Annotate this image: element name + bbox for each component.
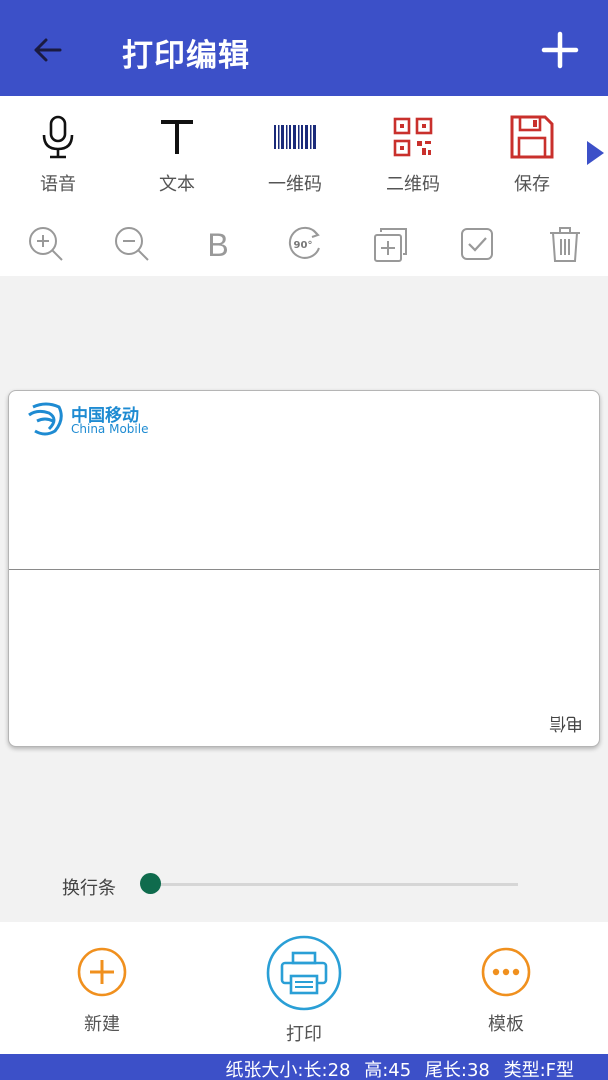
paper-size-text: 纸张大小:长:28 高:45 尾长:38 类型:F型 — [225, 1060, 574, 1080]
plus-icon[interactable] — [540, 30, 580, 70]
flipped-text[interactable]: 电信 — [549, 713, 583, 738]
zoom-in-icon[interactable] — [26, 224, 66, 264]
printer-icon — [266, 935, 342, 1011]
text-button[interactable]: 文本 — [127, 112, 227, 202]
print-button[interactable]: 打印 — [264, 934, 344, 1046]
add-circle-icon — [77, 947, 127, 997]
rotate-90-icon[interactable]: 90° — [284, 224, 324, 264]
label-divider — [9, 569, 599, 570]
slider-label: 换行条 — [62, 878, 116, 899]
app-bar: 打印编辑 — [0, 0, 608, 96]
qrcode-button[interactable]: 二维码 — [363, 112, 463, 202]
arrow-left-icon[interactable] — [28, 30, 68, 70]
text-label: 文本 — [159, 174, 195, 195]
more-circle-icon — [481, 947, 531, 997]
triangle-right-icon[interactable] — [585, 140, 605, 166]
voice-label: 语音 — [40, 174, 76, 195]
slider-track[interactable] — [150, 883, 518, 886]
page-title: 打印编辑 — [122, 38, 250, 74]
qrcode-icon — [393, 117, 433, 157]
new-button[interactable]: 新建 — [70, 946, 134, 1036]
save-icon — [510, 115, 554, 159]
logo-english-text: China Mobile — [71, 422, 149, 436]
paper-status-bar: 纸张大小:长:28 高:45 尾长:38 类型:F型 — [0, 1054, 608, 1080]
bold-glyph: B — [207, 227, 228, 263]
print-label: 打印 — [286, 1024, 322, 1045]
label-canvas[interactable]: 中国移动 China Mobile 电信 — [8, 390, 600, 747]
microphone-icon — [42, 115, 74, 159]
save-label: 保存 — [514, 174, 550, 195]
new-label: 新建 — [84, 1014, 120, 1035]
barcode-icon — [274, 125, 316, 149]
zoom-out-icon[interactable] — [112, 224, 152, 264]
slider-thumb[interactable] — [140, 873, 161, 894]
template-label: 模板 — [488, 1014, 524, 1035]
template-button[interactable]: 模板 — [474, 946, 538, 1036]
checkbox-icon[interactable] — [457, 224, 497, 264]
qrcode-label: 二维码 — [386, 174, 440, 195]
line-break-slider: 换行条 — [0, 866, 608, 906]
barcode-label: 一维码 — [268, 174, 322, 195]
copy-add-icon[interactable] — [370, 224, 410, 264]
voice-button[interactable]: 语音 — [8, 112, 108, 202]
barcode-button[interactable]: 一维码 — [245, 112, 345, 202]
rotate-label: 90° — [294, 240, 313, 251]
china-mobile-logo-icon — [28, 402, 63, 436]
china-mobile-logo[interactable]: 中国移动 China Mobile — [25, 399, 155, 439]
bold-icon[interactable]: B — [198, 224, 238, 264]
bottom-bar: 新建 打印 模板 — [0, 922, 608, 1054]
save-button[interactable]: 保存 — [482, 112, 582, 202]
trash-icon[interactable] — [545, 224, 585, 264]
text-t-icon — [161, 120, 193, 154]
